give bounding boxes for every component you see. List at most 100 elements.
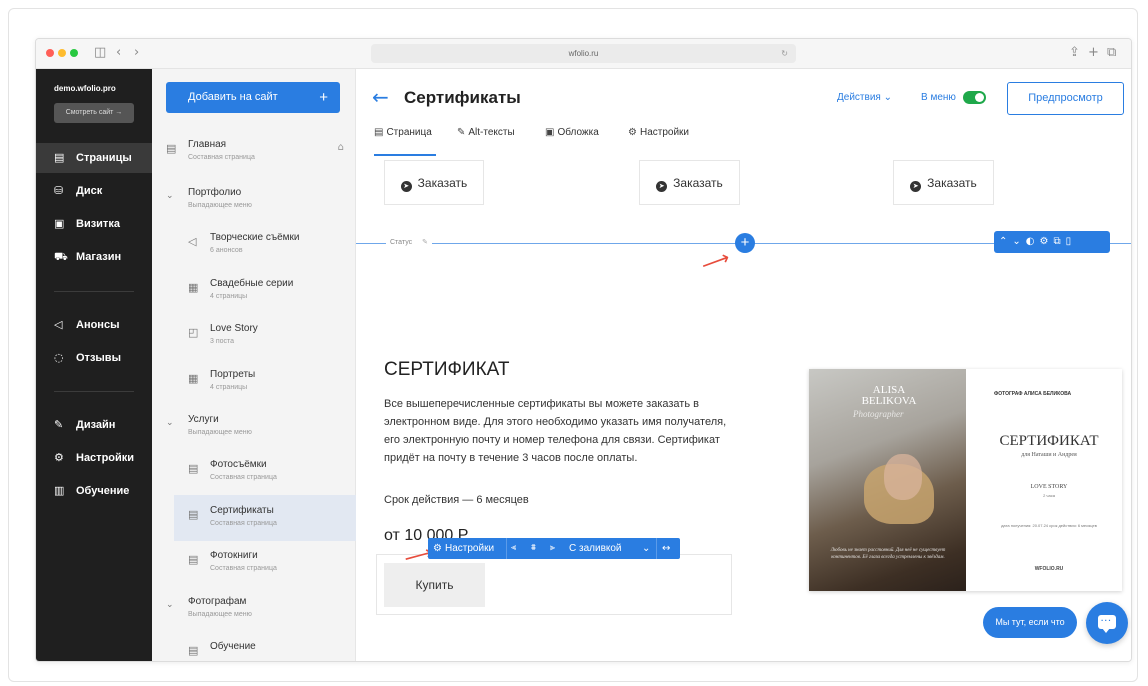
page-item-wedding[interactable]: ▦ Свадебные серии 4 страницы bbox=[174, 268, 356, 314]
blog-icon: ◰ bbox=[188, 326, 199, 339]
page-icon: ▤ bbox=[188, 644, 199, 657]
nav-card[interactable]: ▣ Визитка bbox=[36, 209, 152, 239]
order-button[interactable]: ➤ Заказать bbox=[384, 160, 484, 205]
tab-page[interactable]: ▤ Страница bbox=[374, 127, 432, 138]
maximize-window-dot[interactable] bbox=[70, 49, 78, 57]
in-menu-toggle[interactable] bbox=[963, 91, 986, 104]
page-icon: ▤ bbox=[166, 142, 177, 155]
cert-dates: дата получения: 20.07.24 срок действия: … bbox=[1001, 523, 1097, 528]
chat-button[interactable]: ··· bbox=[1086, 602, 1128, 644]
page-item-learning[interactable]: ▤ Обучение bbox=[174, 631, 356, 661]
page-item-creative[interactable]: ◁ Творческие съёмки 6 анонсов bbox=[174, 222, 356, 268]
page-title: Фотосъёмки bbox=[210, 459, 267, 470]
back-arrow-icon[interactable]: ← bbox=[372, 85, 389, 109]
address-url: wfolio.ru bbox=[568, 49, 599, 58]
reload-icon[interactable]: ↻ bbox=[781, 44, 788, 63]
tab-alt-texts[interactable]: ✎ Alt-тексты bbox=[457, 127, 515, 138]
section-status[interactable]: Статус ✎ bbox=[386, 238, 433, 246]
page-item-certificates[interactable]: ▤ Сертификаты Составная страница bbox=[174, 495, 356, 541]
chevron-down-icon[interactable]: ⌄ bbox=[642, 538, 650, 559]
order-label: Заказать bbox=[673, 176, 723, 190]
page-item-portraits[interactable]: ▦ Портреты 4 страницы bbox=[174, 359, 356, 405]
page-item-home[interactable]: ▤ Главная Составная страница ⌂ bbox=[152, 129, 356, 175]
page-item-lovestory[interactable]: ◰ Love Story 3 поста bbox=[174, 313, 356, 359]
align-right-icon[interactable]: ⫸ bbox=[550, 538, 555, 559]
cert-photographer: ФОТОГРАФ АЛИСА БЕЛИКОВА bbox=[994, 391, 1072, 397]
nav-label: Анонсы bbox=[76, 319, 120, 331]
fill-style-select[interactable]: С заливкой bbox=[569, 538, 622, 559]
align-left-icon[interactable]: ⫷ bbox=[511, 538, 516, 559]
resize-width-icon[interactable]: ↔ bbox=[662, 538, 670, 559]
page-item-photobooks[interactable]: ▤ Фотокниги Составная страница bbox=[174, 540, 356, 586]
chevron-down-icon[interactable]: ⌄ bbox=[166, 600, 174, 610]
new-tab-icon[interactable]: + bbox=[1088, 45, 1099, 60]
share-icon[interactable]: ⇪ bbox=[1069, 45, 1080, 60]
view-site-button[interactable]: Смотреть сайт → bbox=[54, 103, 134, 123]
page-item-portfolio[interactable]: ⌄ Портфолио Выпадающее меню bbox=[152, 177, 356, 223]
tab-cover[interactable]: ▣ Обложка bbox=[545, 127, 599, 138]
page-title: Обучение bbox=[210, 641, 256, 652]
page-title: Сертификаты bbox=[404, 88, 521, 107]
nav-pages[interactable]: ▤ Страницы bbox=[36, 143, 152, 173]
page-subtitle: Выпадающее меню bbox=[188, 611, 252, 618]
status-label: Статус bbox=[390, 239, 413, 246]
page-item-photoshoots[interactable]: ▤ Фотосъёмки Составная страница bbox=[174, 449, 356, 495]
sidebar-divider bbox=[54, 291, 134, 292]
tab-settings[interactable]: ⚙ Настройки bbox=[628, 127, 689, 138]
minimize-window-dot[interactable] bbox=[58, 49, 66, 57]
close-window-dot[interactable] bbox=[46, 49, 54, 57]
nav-shop[interactable]: ⛟ Магазин bbox=[36, 242, 152, 272]
gear-icon: ⚙ bbox=[433, 543, 442, 554]
photographer-name: ALISA BELIKOVA bbox=[861, 384, 917, 407]
page-title: Love Story bbox=[210, 323, 258, 334]
tabs-overview-icon[interactable]: ⧉ bbox=[1107, 45, 1116, 60]
button-settings-toolbar[interactable]: ⚙ Настройки ⫷ ⩩ ⫸ С заливкой ⌄ ↔ bbox=[428, 538, 680, 559]
chevron-down-icon[interactable]: ⌄ bbox=[166, 418, 174, 428]
nav-reviews[interactable]: ◌ Отзывы bbox=[36, 343, 152, 373]
active-tab-indicator bbox=[374, 154, 436, 156]
tab-label: Обложка bbox=[557, 127, 599, 138]
page-item-for-photographers[interactable]: ⌄ Фотографам Выпадающее меню bbox=[152, 586, 356, 632]
page-subtitle: Выпадающее меню bbox=[188, 202, 252, 209]
preview-button[interactable]: Предпросмотр bbox=[1007, 82, 1124, 115]
grid-icon: ▦ bbox=[188, 281, 199, 294]
editor-area: ← Сертификаты Действия ⌄ В меню Предпрос… bbox=[356, 69, 1131, 661]
browser-window: ◫ ‹ › wfolio.ru ↻ ⇪ + ⧉ demo.wfolio.pro … bbox=[35, 38, 1132, 662]
actions-dropdown[interactable]: Действия ⌄ bbox=[837, 92, 892, 103]
nav-label: Диск bbox=[76, 185, 103, 197]
chevron-down-icon[interactable]: ⌄ bbox=[166, 191, 174, 201]
send-icon: ➤ bbox=[400, 181, 412, 192]
nav-announcements[interactable]: ◁ Анонсы bbox=[36, 310, 152, 340]
buy-button[interactable]: Купить bbox=[384, 563, 485, 607]
help-bubble[interactable]: Мы тут, если что bbox=[983, 607, 1077, 638]
nav-learning[interactable]: ▥ Обучение bbox=[36, 476, 152, 506]
toolbar-divider bbox=[506, 538, 507, 559]
pencil-icon[interactable]: ✎ bbox=[422, 238, 428, 246]
photo-face-shape bbox=[884, 454, 922, 500]
address-bar[interactable]: wfolio.ru ↻ bbox=[371, 44, 796, 63]
toggle-knob bbox=[975, 93, 984, 102]
page-title: Фотографам bbox=[188, 596, 247, 607]
photo-caption: Любовь не знает расстояний. Для неё не с… bbox=[830, 548, 946, 560]
back-nav-icon[interactable]: ‹ bbox=[116, 45, 121, 60]
nav-design[interactable]: ✎ Дизайн bbox=[36, 410, 152, 440]
page-icon: ▤ bbox=[188, 553, 199, 566]
page-icon: ▤ bbox=[188, 508, 199, 521]
order-label: Заказать bbox=[927, 176, 977, 190]
forward-nav-icon[interactable]: › bbox=[134, 45, 139, 60]
order-button[interactable]: ➤ Заказать bbox=[893, 160, 994, 205]
send-icon: ➤ bbox=[656, 181, 668, 192]
nav-settings[interactable]: ⚙ Настройки bbox=[36, 443, 152, 473]
page-title: Главная bbox=[188, 139, 227, 150]
add-section-button[interactable]: + bbox=[735, 233, 755, 253]
nav-label: Настройки bbox=[76, 452, 135, 464]
nav-disk[interactable]: ⛁ Диск bbox=[36, 176, 152, 206]
add-to-site-button[interactable]: Добавить на сайт + bbox=[166, 82, 340, 113]
book-icon: ▥ bbox=[54, 484, 65, 497]
order-button[interactable]: ➤ Заказать bbox=[639, 160, 740, 205]
align-center-icon[interactable]: ⩩ bbox=[531, 538, 536, 559]
page-item-services[interactable]: ⌄ Услуги Выпадающее меню bbox=[152, 404, 356, 450]
sidebar-toggle-icon[interactable]: ◫ bbox=[94, 45, 106, 60]
button-settings-label[interactable]: Настройки bbox=[445, 538, 494, 559]
block-toolbar[interactable]: ⌃⌄◐⚙⧉▯ bbox=[994, 231, 1110, 253]
